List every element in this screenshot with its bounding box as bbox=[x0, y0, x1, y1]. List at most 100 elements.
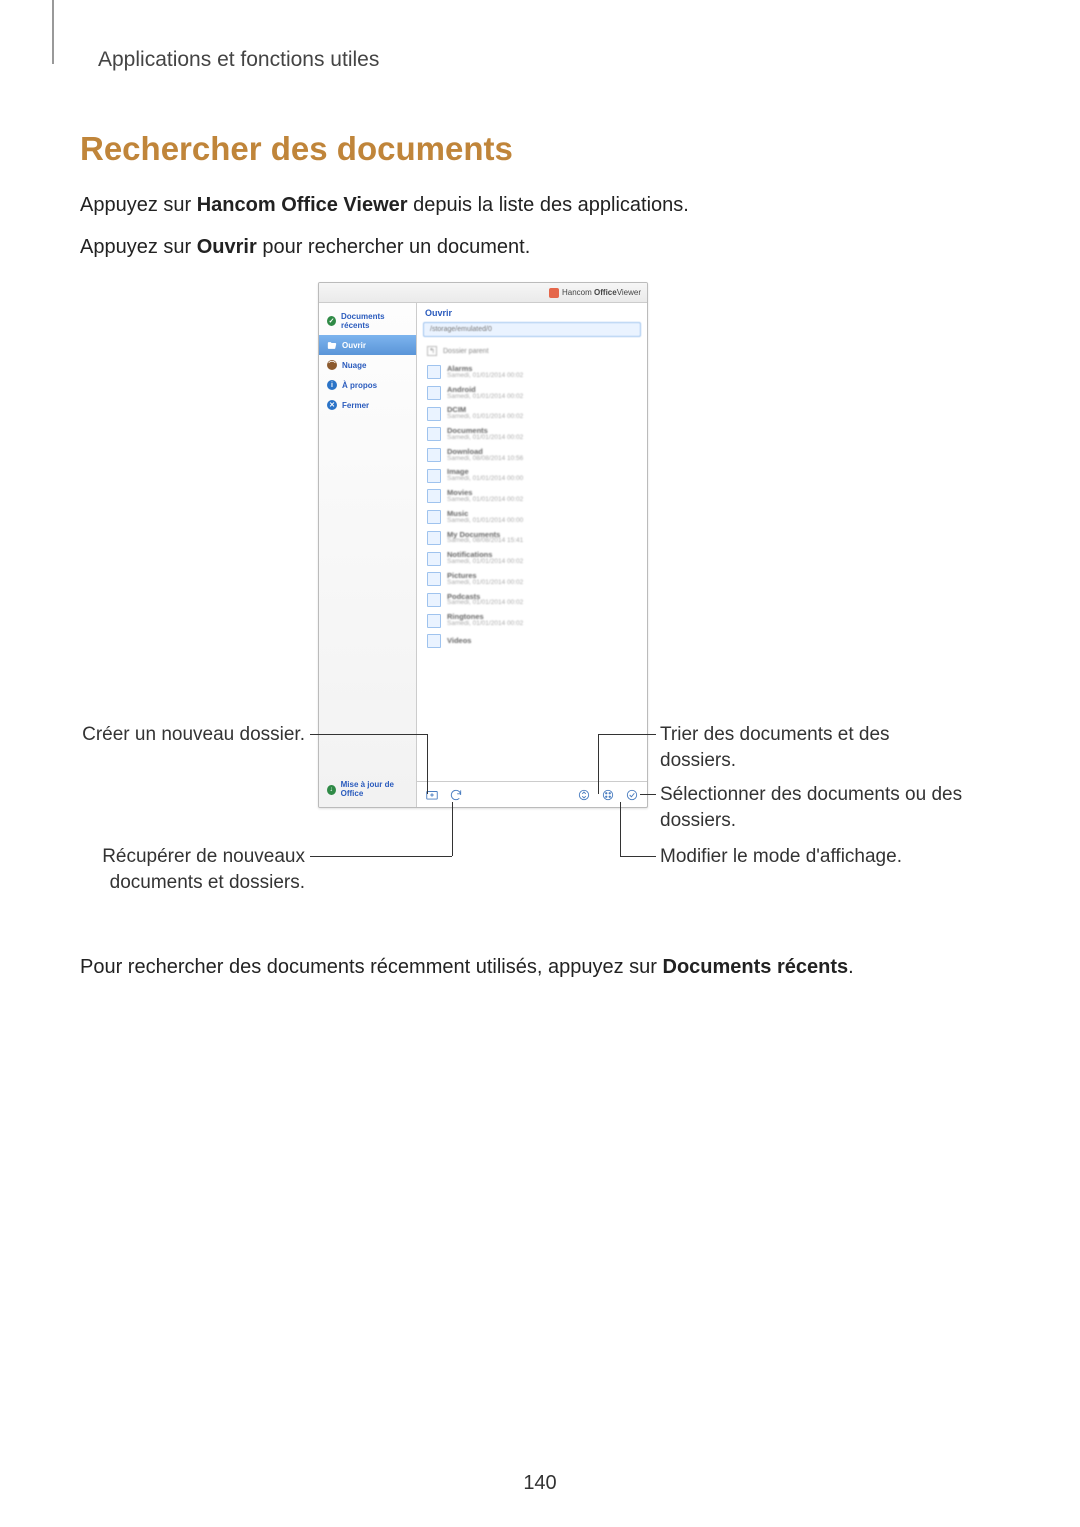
folder-icon bbox=[427, 365, 441, 379]
parent-folder-row[interactable]: ↰ Dossier parent bbox=[421, 342, 643, 362]
callout-sort: Trier des documents et des dossiers. bbox=[660, 722, 960, 773]
paragraph-3: Pour rechercher des documents récemment … bbox=[80, 952, 1000, 982]
callout-line bbox=[310, 734, 427, 735]
folder-row[interactable]: RingtonesSamedi, 01/01/2014 00:02 bbox=[421, 610, 643, 631]
sidebar-label-about: À propos bbox=[342, 381, 377, 390]
p1-pre: Appuyez sur bbox=[80, 194, 197, 216]
clock-icon: ✓ bbox=[327, 316, 336, 326]
p3-pre: Pour rechercher des documents récemment … bbox=[80, 956, 663, 978]
callout-line bbox=[452, 802, 453, 856]
folder-row[interactable]: Videos bbox=[421, 631, 643, 651]
folder-date: Samedi, 01/01/2014 00:02 bbox=[447, 559, 523, 566]
folder-row[interactable]: NotificationsSamedi, 01/01/2014 00:02 bbox=[421, 548, 643, 569]
sidebar-label-open: Ouvrir bbox=[342, 341, 366, 350]
view-mode-button[interactable] bbox=[601, 788, 615, 802]
page-title: Rechercher des documents bbox=[80, 130, 1000, 168]
figure: Hancom OfficeViewer ✓ Documents récents bbox=[80, 282, 1000, 922]
info-icon: i bbox=[327, 380, 337, 390]
sidebar-item-cloud[interactable]: ⌒ Nuage bbox=[319, 355, 416, 375]
download-icon: ↓ bbox=[327, 785, 336, 795]
callout-line bbox=[620, 856, 656, 857]
folder-icon bbox=[427, 593, 441, 607]
device-screenshot: Hancom OfficeViewer ✓ Documents récents bbox=[318, 282, 648, 808]
select-button[interactable] bbox=[625, 788, 639, 802]
folder-row[interactable]: PicturesSamedi, 01/01/2014 00:02 bbox=[421, 569, 643, 590]
app-title-bold: Office bbox=[594, 288, 617, 297]
folder-date: Samedi, 01/01/2014 00:00 bbox=[447, 476, 523, 483]
paragraph-1: Appuyez sur Hancom Office Viewer depuis … bbox=[80, 190, 1000, 220]
callout-view-mode: Modifier le mode d'affichage. bbox=[660, 844, 960, 870]
folder-row[interactable]: AlarmsSamedi, 01/01/2014 00:02 bbox=[421, 362, 643, 383]
folder-date: Samedi, 01/01/2014 00:02 bbox=[447, 394, 523, 401]
folder-icon bbox=[427, 614, 441, 628]
folder-row[interactable]: ImageSamedi, 01/01/2014 00:00 bbox=[421, 465, 643, 486]
sidebar-item-update[interactable]: ↓ Mise à jour de Office bbox=[319, 773, 416, 807]
callout-line bbox=[598, 734, 599, 794]
folder-row[interactable]: MusicSamedi, 01/01/2014 00:00 bbox=[421, 507, 643, 528]
folder-date: Samedi, 01/01/2014 00:00 bbox=[447, 518, 523, 525]
folder-date: Samedi, 01/01/2014 00:02 bbox=[447, 414, 523, 421]
app-title-post: Viewer bbox=[617, 288, 641, 297]
callout-line bbox=[620, 802, 621, 856]
folder-icon bbox=[427, 510, 441, 524]
sidebar-item-close[interactable]: ✕ Fermer bbox=[319, 395, 416, 415]
main-panel: Ouvrir /storage/emulated/0 ↰ Dossier par… bbox=[417, 303, 647, 807]
parent-folder-label: Dossier parent bbox=[443, 348, 489, 355]
callout-line bbox=[310, 856, 452, 857]
sidebar-label-cloud: Nuage bbox=[342, 361, 366, 370]
cloud-icon: ⌒ bbox=[327, 360, 337, 370]
sort-button[interactable] bbox=[577, 788, 591, 802]
folder-row[interactable]: DocumentsSamedi, 01/01/2014 00:02 bbox=[421, 424, 643, 445]
folder-row[interactable]: PodcastsSamedi, 01/01/2014 00:02 bbox=[421, 590, 643, 611]
folder-row[interactable]: My DocumentsSamedi, 08/08/2014 15:41 bbox=[421, 528, 643, 549]
p3-post: . bbox=[848, 956, 854, 978]
folder-date: Samedi, 08/08/2014 10:56 bbox=[447, 456, 523, 463]
app-title: Hancom OfficeViewer bbox=[562, 288, 641, 297]
folder-icon bbox=[427, 489, 441, 503]
app-logo-icon bbox=[549, 288, 559, 298]
folder-date: Samedi, 01/01/2014 00:02 bbox=[447, 600, 523, 607]
p1-post: depuis la liste des applications. bbox=[408, 194, 689, 216]
app-title-pre: Hancom bbox=[562, 288, 594, 297]
folder-date: Samedi, 01/01/2014 00:02 bbox=[447, 497, 523, 504]
p2-bold: Ouvrir bbox=[197, 236, 257, 258]
folder-date: Samedi, 01/01/2014 00:02 bbox=[447, 373, 523, 380]
folder-date: Samedi, 01/01/2014 00:02 bbox=[447, 621, 523, 628]
p3-bold: Documents récents bbox=[663, 956, 849, 978]
folder-row[interactable]: MoviesSamedi, 01/01/2014 00:02 bbox=[421, 486, 643, 507]
page-number: 140 bbox=[0, 1472, 1080, 1495]
p1-bold: Hancom Office Viewer bbox=[197, 194, 408, 216]
refresh-button[interactable] bbox=[449, 788, 463, 802]
callout-refresh: Récupérer de nouveaux documents et dossi… bbox=[25, 844, 305, 895]
path-bar[interactable]: /storage/emulated/0 bbox=[423, 322, 641, 337]
p2-pre: Appuyez sur bbox=[80, 236, 197, 258]
main-title: Ouvrir bbox=[417, 303, 647, 320]
folder-row[interactable]: DownloadSamedi, 08/08/2014 10:56 bbox=[421, 445, 643, 466]
callout-line bbox=[640, 794, 656, 795]
folder-icon bbox=[427, 531, 441, 545]
folder-name: Videos bbox=[447, 637, 471, 645]
sidebar: ✓ Documents récents Ouvrir ⌒ Nuage bbox=[319, 303, 417, 807]
folder-list: ↰ Dossier parent AlarmsSamedi, 01/01/201… bbox=[417, 342, 647, 781]
up-icon: ↰ bbox=[427, 346, 437, 356]
folder-icon bbox=[427, 407, 441, 421]
folder-date: Samedi, 08/08/2014 15:41 bbox=[447, 538, 523, 545]
folder-icon bbox=[427, 448, 441, 462]
p2-post: pour rechercher un document. bbox=[257, 236, 531, 258]
folder-row[interactable]: DCIMSamedi, 01/01/2014 00:02 bbox=[421, 403, 643, 424]
sidebar-item-recents[interactable]: ✓ Documents récents bbox=[319, 307, 416, 335]
folder-row[interactable]: AndroidSamedi, 01/01/2014 00:02 bbox=[421, 383, 643, 404]
close-icon: ✕ bbox=[327, 400, 337, 410]
callout-create-folder: Créer un nouveau dossier. bbox=[25, 722, 305, 748]
folder-icon bbox=[427, 572, 441, 586]
sidebar-item-open[interactable]: Ouvrir bbox=[319, 335, 416, 355]
folder-icon bbox=[427, 386, 441, 400]
callout-line bbox=[598, 734, 656, 735]
callout-line bbox=[427, 734, 428, 794]
paragraph-2: Appuyez sur Ouvrir pour rechercher un do… bbox=[80, 232, 1000, 262]
device-titlebar: Hancom OfficeViewer bbox=[319, 283, 647, 303]
sidebar-label-close: Fermer bbox=[342, 401, 369, 410]
folder-open-icon bbox=[327, 340, 337, 350]
breadcrumb: Applications et fonctions utiles bbox=[98, 48, 1000, 72]
sidebar-item-about[interactable]: i À propos bbox=[319, 375, 416, 395]
